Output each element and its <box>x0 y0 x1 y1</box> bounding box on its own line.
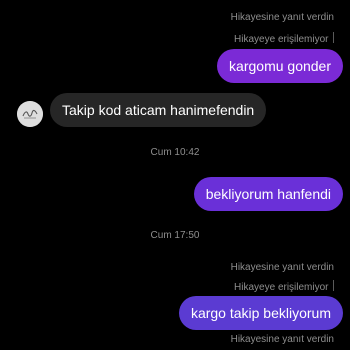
reply-note: Hikayesine yanıt verdin <box>230 12 334 23</box>
reply-indicator-bar <box>332 280 334 291</box>
timestamp: Cum 17:50 <box>150 230 200 241</box>
outgoing-message-bubble[interactable]: bekliyorum hanfendi <box>193 177 343 211</box>
profile-avatar-icon[interactable] <box>17 101 43 127</box>
story-unavailable-note: Hikayeye erişilemiyor <box>234 32 334 46</box>
outgoing-message-bubble[interactable]: kargomu gonder <box>217 49 343 83</box>
story-unavailable-label: Hikayeye erişilemiyor <box>234 34 329 45</box>
avatar-graphic <box>17 101 43 127</box>
outgoing-message-bubble[interactable]: kargo takip bekliyorum <box>178 296 343 330</box>
reply-note: Hikayesine yanıt verdin <box>230 262 334 273</box>
reply-indicator-bar <box>332 32 334 43</box>
incoming-message-bubble[interactable]: Takip kod aticam hanimefendin <box>50 93 267 127</box>
story-unavailable-note: Hikayeye erişilemiyor <box>234 280 334 294</box>
timestamp: Cum 10:42 <box>150 147 200 158</box>
reply-note: Hikayesine yanıt verdin <box>230 334 334 345</box>
story-unavailable-label: Hikayeye erişilemiyor <box>234 282 329 293</box>
